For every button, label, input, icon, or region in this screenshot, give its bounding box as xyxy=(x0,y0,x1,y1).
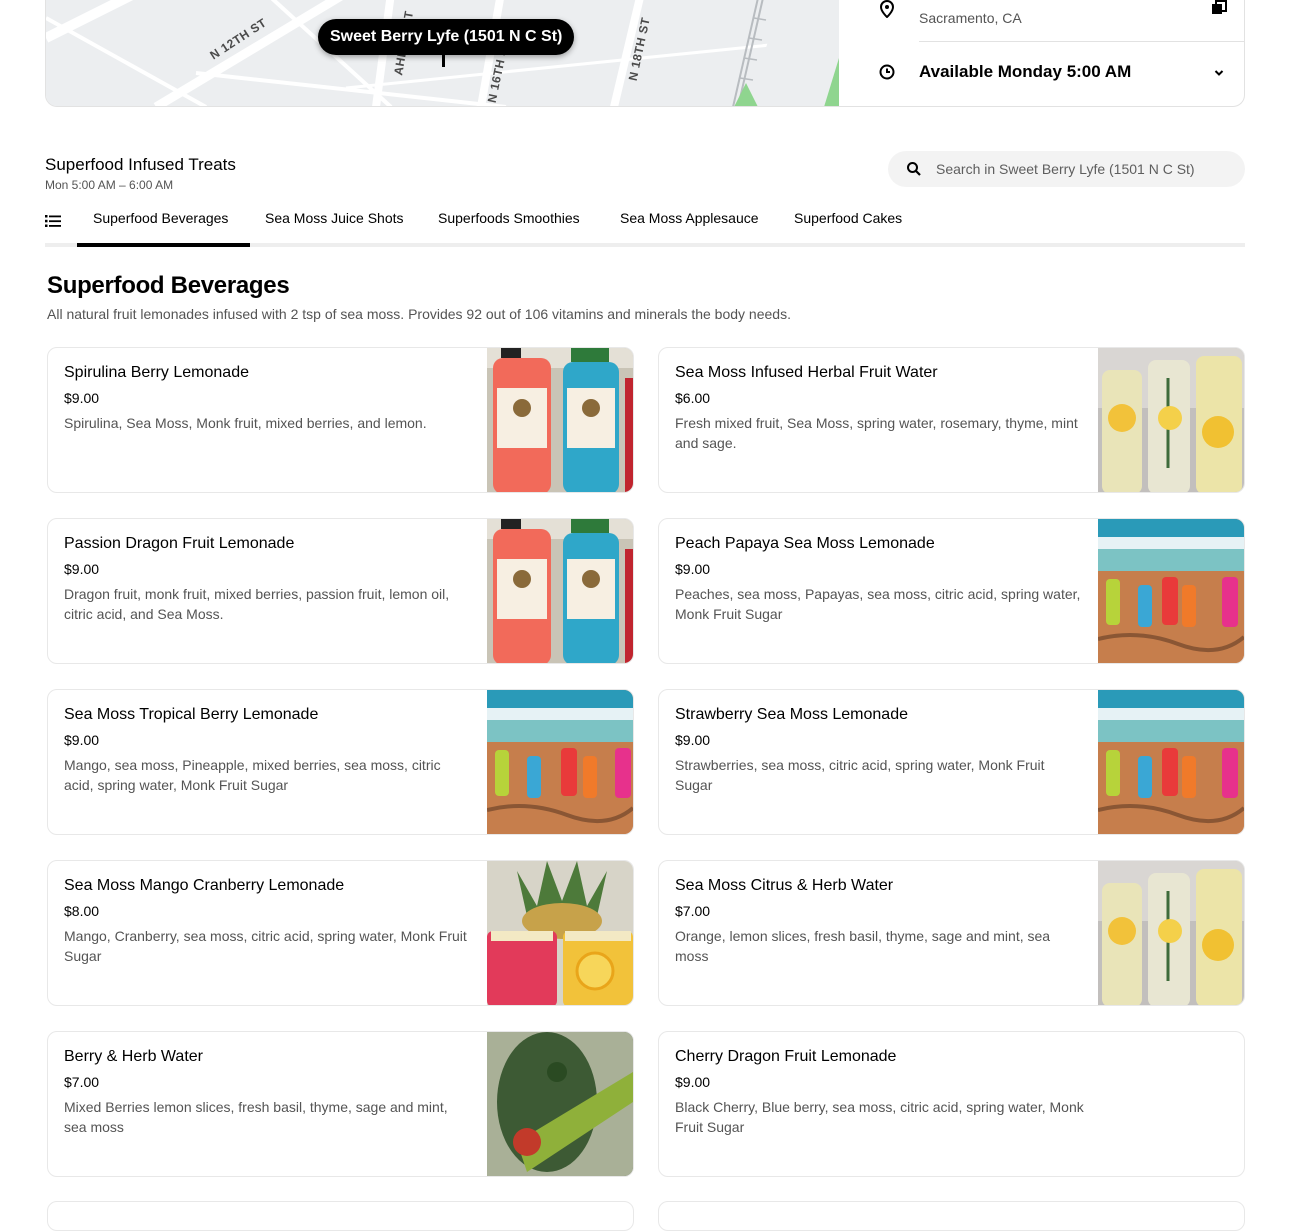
item-description: Mixed Berries lemon slices, fresh basil,… xyxy=(64,1099,448,1135)
menu-item-card[interactable] xyxy=(47,1201,634,1231)
menu-item-card[interactable]: Berry & Herb Water $7.00 Mixed Berries l… xyxy=(47,1031,634,1177)
item-image xyxy=(1098,861,1244,1005)
store-info-card: N 12TH ST AHERN ST N 16TH ST N 18TH ST S… xyxy=(45,0,1245,107)
location-pin-icon xyxy=(879,0,895,23)
item-price: $9.00 xyxy=(675,561,711,577)
tab-superfoods-smoothies[interactable]: Superfoods Smoothies xyxy=(438,210,580,226)
item-name: Berry & Herb Water xyxy=(64,1048,203,1065)
item-name: Sea Moss Infused Herbal Fruit Water xyxy=(675,364,938,381)
item-image xyxy=(487,861,633,1005)
item-image xyxy=(1098,519,1244,663)
menu-item-card[interactable]: Passion Dragon Fruit Lemonade $9.00 Drag… xyxy=(47,518,634,664)
item-name: Passion Dragon Fruit Lemonade xyxy=(64,535,295,552)
menu-title: Superfood Infused Treats xyxy=(45,155,236,174)
divider xyxy=(919,41,1244,42)
clock-icon xyxy=(879,64,895,85)
item-image xyxy=(1098,348,1244,492)
category-tabs: Superfood Beverages Sea Moss Juice Shots… xyxy=(45,200,1245,248)
item-description: Mango, sea moss, Pineapple, mixed berrie… xyxy=(64,757,441,793)
menu-item-card[interactable]: Peach Papaya Sea Moss Lemonade $9.00 Pea… xyxy=(658,518,1245,664)
menu-item-card[interactable] xyxy=(658,1201,1245,1231)
section-description: All natural fruit lemonades infused with… xyxy=(47,306,791,322)
availability-label: Available Monday 5:00 AM xyxy=(919,62,1132,81)
tab-superfood-beverages[interactable]: Superfood Beverages xyxy=(93,210,228,226)
item-image xyxy=(487,348,633,492)
menu-item-card[interactable]: Sea Moss Tropical Berry Lemonade $9.00 M… xyxy=(47,689,634,835)
item-price: $7.00 xyxy=(675,903,711,919)
active-tab-indicator xyxy=(77,243,250,247)
menu-search-bar[interactable] xyxy=(888,151,1245,187)
menu-search-input[interactable] xyxy=(934,151,1234,187)
menu-item-card[interactable]: Strawberry Sea Moss Lemonade $9.00 Straw… xyxy=(658,689,1245,835)
copy-address-icon[interactable] xyxy=(1211,0,1227,21)
item-image xyxy=(487,1032,633,1176)
item-description: Spirulina, Sea Moss, Monk fruit, mixed b… xyxy=(64,415,427,431)
item-description: Peaches, sea moss, Papayas, sea moss, ci… xyxy=(675,586,1081,622)
item-name: Strawberry Sea Moss Lemonade xyxy=(675,706,908,723)
item-price: $6.00 xyxy=(675,390,711,406)
tab-sea-moss-juice-shots[interactable]: Sea Moss Juice Shots xyxy=(265,210,404,226)
section-title: Superfood Beverages xyxy=(47,272,290,299)
item-price: $9.00 xyxy=(675,1074,711,1090)
category-list-icon[interactable] xyxy=(45,214,61,233)
item-image xyxy=(1098,690,1244,834)
menu-hours: Mon 5:00 AM – 6:00 AM xyxy=(45,178,174,192)
item-price: $9.00 xyxy=(64,561,100,577)
tab-sea-moss-applesauce[interactable]: Sea Moss Applesauce xyxy=(620,210,759,226)
menu-item-card[interactable]: Spirulina Berry Lemonade $9.00 Spirulina… xyxy=(47,347,634,493)
map-pin-stem xyxy=(442,55,445,67)
item-description: Fresh mixed fruit, Sea Moss, spring wate… xyxy=(675,415,1078,451)
item-price: $8.00 xyxy=(64,903,100,919)
store-map[interactable]: N 12TH ST AHERN ST N 16TH ST N 18TH ST S… xyxy=(46,0,839,106)
item-description: Black Cherry, Blue berry, sea moss, citr… xyxy=(675,1099,1084,1135)
item-description: Orange, lemon slices, fresh basil, thyme… xyxy=(675,928,1051,964)
chevron-down-icon xyxy=(1213,66,1225,84)
item-name: Peach Papaya Sea Moss Lemonade xyxy=(675,535,935,552)
item-name: Spirulina Berry Lemonade xyxy=(64,364,249,381)
menu-item-card[interactable]: Sea Moss Citrus & Herb Water $7.00 Orang… xyxy=(658,860,1245,1006)
item-description: Mango, Cranberry, sea moss, citric acid,… xyxy=(64,928,467,964)
item-name: Sea Moss Citrus & Herb Water xyxy=(675,877,894,894)
item-image xyxy=(487,519,633,663)
item-image xyxy=(487,690,633,834)
item-name: Sea Moss Mango Cranberry Lemonade xyxy=(64,877,345,894)
item-price: $7.00 xyxy=(64,1074,100,1090)
tab-superfood-cakes[interactable]: Superfood Cakes xyxy=(794,210,902,226)
item-price: $9.00 xyxy=(64,732,100,748)
availability-dropdown[interactable]: Available Monday 5:00 AM xyxy=(839,54,1244,94)
item-name: Cherry Dragon Fruit Lemonade xyxy=(675,1048,897,1065)
menu-item-card[interactable]: Sea Moss Mango Cranberry Lemonade $8.00 … xyxy=(47,860,634,1006)
store-city: Sacramento, CA xyxy=(919,10,1022,26)
store-map-pin-label[interactable]: Sweet Berry Lyfe (1501 N C St) xyxy=(318,19,575,55)
address-row[interactable]: Sacramento, CA xyxy=(839,0,1244,42)
menu-item-card[interactable]: Sea Moss Infused Herbal Fruit Water $6.0… xyxy=(658,347,1245,493)
item-description: Strawberries, sea moss, citric acid, spr… xyxy=(675,757,1045,793)
item-name: Sea Moss Tropical Berry Lemonade xyxy=(64,706,319,723)
item-description: Dragon fruit, monk fruit, mixed berries,… xyxy=(64,586,450,622)
item-price: $9.00 xyxy=(64,390,100,406)
store-details: Sacramento, CA Available Monday 5:00 AM xyxy=(839,0,1244,106)
search-icon xyxy=(906,161,922,182)
menu-item-card[interactable]: Cherry Dragon Fruit Lemonade $9.00 Black… xyxy=(658,1031,1245,1177)
item-price: $9.00 xyxy=(675,732,711,748)
